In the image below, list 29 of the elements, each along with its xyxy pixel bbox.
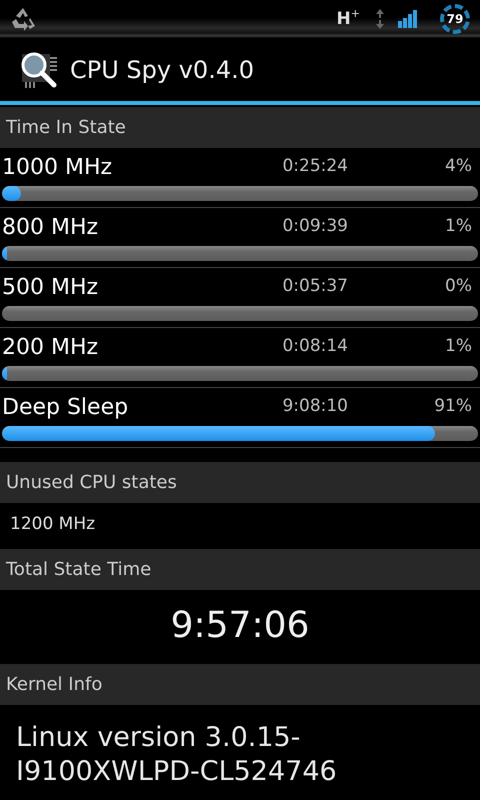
state-time: 9:08:10 bbox=[281, 394, 348, 418]
kernel-info-text: I9100XWLPD-CL524746 bbox=[15, 755, 338, 789]
section-header: Unused CPU states bbox=[0, 462, 480, 503]
recycle-icon bbox=[10, 7, 36, 31]
kernel-info-text: Linux version 3.0.15- bbox=[15, 721, 302, 755]
state-time: 0:05:37 bbox=[281, 274, 348, 298]
section-header: Time In State bbox=[0, 107, 480, 148]
app-title: CPU Spy v0.4.0 bbox=[70, 54, 254, 86]
state-percent: 1% bbox=[444, 214, 473, 238]
state-percent: 1% bbox=[444, 334, 473, 358]
unused-state-text: 1200 MHz bbox=[9, 513, 96, 536]
state-name: 800 MHz bbox=[2, 217, 100, 240]
network-type-indicator: H$^{+}$ bbox=[336, 6, 361, 31]
total-time-text: 9:57:06 bbox=[170, 604, 310, 648]
section-header: Total State Time bbox=[0, 549, 480, 590]
signal-icon bbox=[398, 10, 418, 28]
state-name: 1000 MHz bbox=[2, 157, 114, 180]
state-name: 200 MHz bbox=[2, 337, 100, 360]
state-time: 0:08:14 bbox=[281, 334, 348, 358]
state-percent: 91% bbox=[433, 394, 473, 418]
state-percent: 0% bbox=[444, 274, 473, 298]
battery-indicator: 79 bbox=[440, 4, 470, 34]
state-percent: 4% bbox=[444, 154, 473, 178]
state-time: 0:09:39 bbox=[281, 214, 348, 238]
state-time: 0:25:24 bbox=[281, 154, 348, 178]
data-activity-icon bbox=[376, 9, 384, 29]
state-name: 500 MHz bbox=[2, 277, 100, 300]
section-header: Kernel Info bbox=[0, 664, 480, 705]
state-name: Deep Sleep bbox=[2, 397, 130, 420]
